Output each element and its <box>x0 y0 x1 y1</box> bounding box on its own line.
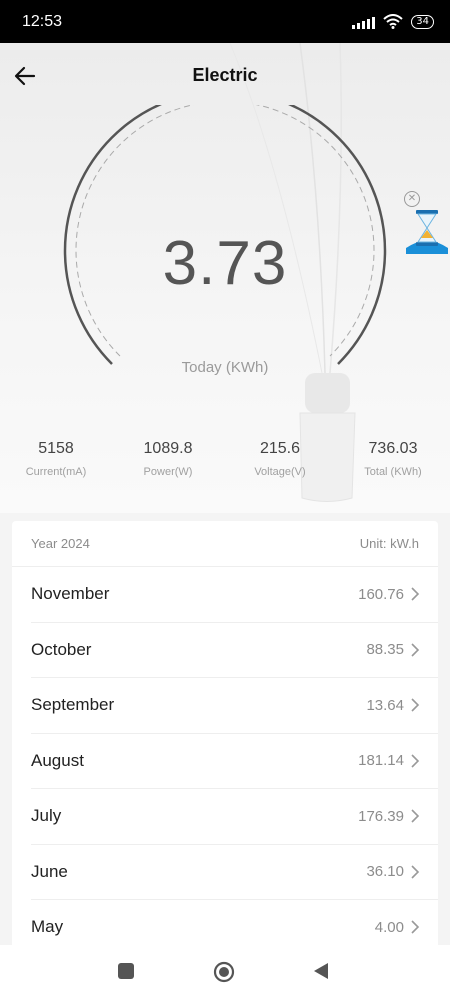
chevron-right-icon <box>411 920 420 934</box>
stat-value: 215.6 <box>259 440 301 457</box>
status-time: 12:53 <box>22 12 63 30</box>
chevron-right-icon <box>411 754 420 768</box>
stat-total: 736.03 Total (KWh) <box>336 440 450 478</box>
stat-label: Voltage(V) <box>254 466 306 478</box>
month-row[interactable]: May 4.00 <box>31 900 438 951</box>
month-right: 13.64 <box>366 697 420 714</box>
month-name: November <box>31 584 110 604</box>
month-row[interactable]: September 13.64 <box>31 678 438 734</box>
stat-value: 736.03 <box>368 440 418 457</box>
gauge-value: 3.73 <box>162 229 288 298</box>
month-value: 13.64 <box>366 696 404 714</box>
month-name: July <box>31 806 62 826</box>
month-row[interactable]: August 181.14 <box>31 734 438 789</box>
month-row[interactable]: November 160.76 <box>31 567 438 623</box>
unit-label: Unit: kW.h <box>359 536 419 551</box>
stat-label: Total (KWh) <box>364 466 422 478</box>
hourglass-icon[interactable] <box>404 208 450 254</box>
month-value: 4.00 <box>374 918 404 936</box>
wifi-icon <box>383 14 403 29</box>
month-right: 88.35 <box>366 641 420 658</box>
stats-row: 5158 Current(mA) 1089.8 Power(W) 215.6 V… <box>0 440 450 478</box>
month-right: 181.14 <box>358 752 420 769</box>
gauge-label: Today (KWh) <box>181 359 269 376</box>
month-value: 181.14 <box>358 752 404 770</box>
month-right: 4.00 <box>375 919 420 936</box>
month-value: 176.39 <box>358 807 404 825</box>
history-card: Year 2024 Unit: kW.h November 160.76 Octob… <box>12 521 438 951</box>
month-name: October <box>31 639 92 659</box>
chevron-right-icon <box>411 587 420 601</box>
chevron-right-icon <box>411 643 420 657</box>
month-name: June <box>31 861 68 881</box>
month-value: 88.35 <box>366 641 404 659</box>
navigation-bar <box>0 945 450 1000</box>
month-value: 36.10 <box>366 863 404 881</box>
triangle-back-icon[interactable] <box>313 962 329 980</box>
month-right: 160.76 <box>358 586 420 603</box>
month-value: 160.76 <box>358 585 404 603</box>
month-row[interactable]: October 88.35 <box>31 623 438 678</box>
stat-label: Power(W) <box>143 466 193 478</box>
month-list: November 160.76 October 88.35 September 13.64… <box>12 567 438 951</box>
month-name: May <box>31 917 64 937</box>
stat-value: 1089.8 <box>143 440 193 457</box>
year-label: Year 2024 <box>31 536 90 551</box>
month-row[interactable]: July 176.39 <box>31 789 438 845</box>
chevron-right-icon <box>411 865 420 879</box>
chevron-right-icon <box>411 809 420 823</box>
stat-label: Current(mA) <box>25 466 87 478</box>
header: Electric <box>0 43 450 109</box>
stat-current: 5158 Current(mA) <box>0 440 112 478</box>
month-right: 36.10 <box>366 863 420 880</box>
month-name: August <box>31 750 84 770</box>
close-icon[interactable]: ✕ <box>404 191 420 207</box>
status-icons: 34 <box>352 14 434 29</box>
square-icon[interactable] <box>117 962 135 980</box>
stat-voltage: 215.6 Voltage(V) <box>224 440 336 478</box>
month-right: 176.39 <box>358 808 420 825</box>
page-title: Electric <box>192 65 258 85</box>
circle-icon[interactable] <box>213 961 235 983</box>
stat-power: 1089.8 Power(W) <box>112 440 224 478</box>
signal-icon <box>352 15 376 29</box>
stat-value: 5158 <box>38 440 74 457</box>
battery-icon: 34 <box>411 14 434 29</box>
month-row[interactable]: June 36.10 <box>31 845 438 900</box>
history-header: Year 2024 Unit: kW.h <box>12 521 438 567</box>
status-bar: 12:53 34 <box>0 0 450 43</box>
chevron-right-icon <box>411 698 420 712</box>
month-name: September <box>31 695 115 715</box>
